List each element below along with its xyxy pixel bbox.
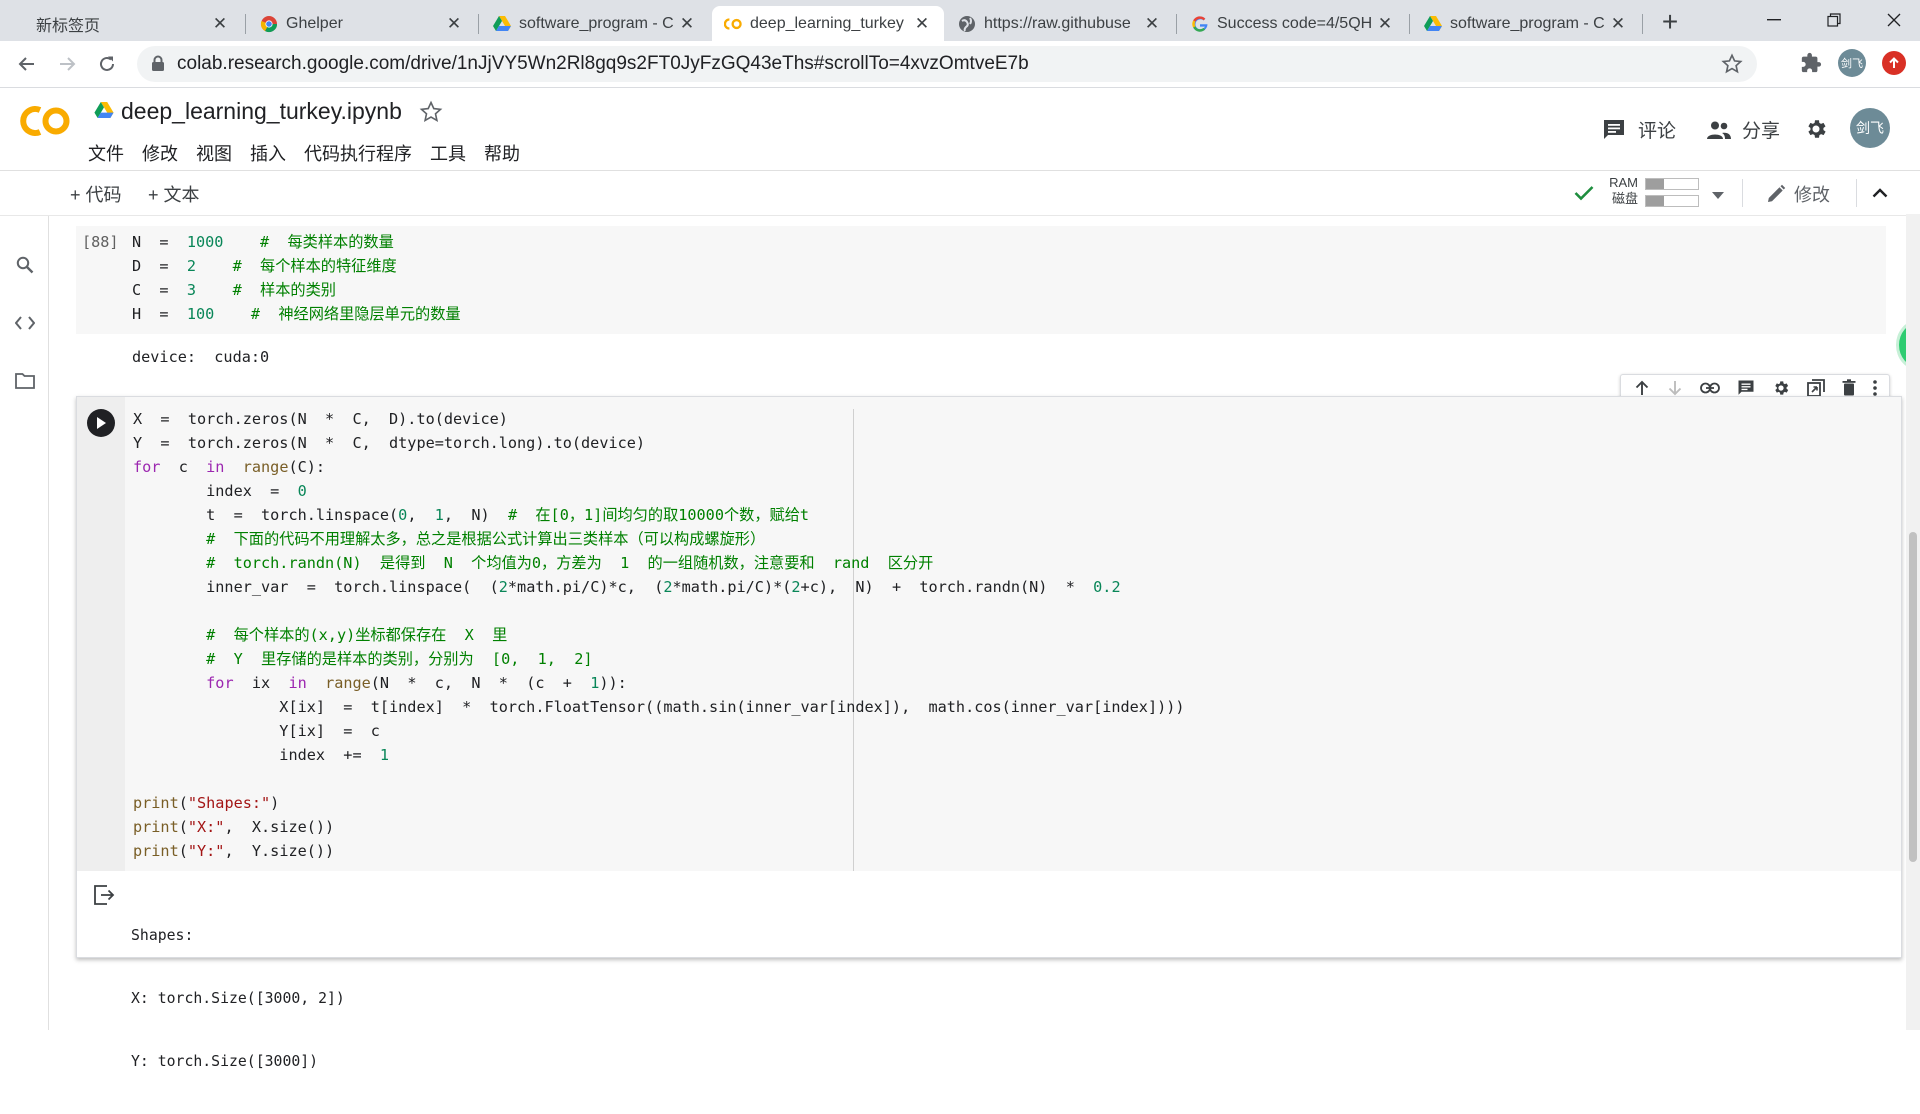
tab-ghelper[interactable]: Ghelper ✕	[248, 6, 476, 41]
browser-toolbar: colab.research.google.com/drive/1nJjVY5W…	[0, 41, 1920, 88]
code-editor-1[interactable]: N = 1000 # 每类样本的数量 D = 2 # 每个样本的特征维度 C =…	[132, 230, 461, 326]
close-window-button[interactable]	[1872, 4, 1916, 36]
close-icon[interactable]: ✕	[1142, 14, 1162, 34]
resource-dropdown-icon[interactable]	[1712, 187, 1724, 205]
colab-icon	[724, 15, 742, 33]
tab-strip: 新标签页 ✕ Ghelper ✕ software_program - C ✕ …	[0, 0, 1920, 41]
google-drive-icon	[1424, 15, 1442, 33]
code-text-2[interactable]: X = torch.zeros(N * C, D).to(device) Y =…	[133, 407, 1185, 863]
url-text: colab.research.google.com/drive/1nJjVY5W…	[177, 53, 1029, 74]
ram-usage-bar[interactable]	[1645, 178, 1699, 190]
comment-button[interactable]: 评论	[1602, 116, 1676, 143]
notebook-title[interactable]: deep_learning_turkey.ipynb	[121, 98, 402, 125]
left-sidebar	[0, 170, 49, 1030]
close-icon[interactable]: ✕	[1375, 14, 1395, 34]
add-text-button[interactable]: + 文本	[148, 181, 200, 207]
add-code-button[interactable]: + 代码	[70, 181, 122, 207]
comment-icon	[1604, 119, 1624, 139]
menu-tools[interactable]: 工具	[430, 140, 466, 166]
disk-label: 磁盘	[1611, 191, 1638, 206]
extensions-icon[interactable]	[1800, 52, 1822, 79]
menu-bar: 文件 修改 视图 插入 代码执行程序 工具 帮助	[88, 140, 538, 166]
globe-icon	[958, 15, 976, 33]
share-button[interactable]: 分享	[1706, 116, 1780, 143]
code-snippets-icon[interactable]	[14, 312, 36, 334]
back-button[interactable]	[12, 49, 42, 79]
edit-mode-button[interactable]: 修改	[1766, 181, 1830, 207]
address-bar[interactable]: colab.research.google.com/drive/1nJjVY5W…	[137, 46, 1757, 82]
google-g-icon	[1191, 15, 1209, 33]
output-clear-icon[interactable]	[93, 885, 115, 910]
lock-icon[interactable]	[151, 55, 165, 78]
chrome-icon	[260, 15, 278, 33]
forward-button[interactable]	[52, 49, 82, 79]
close-icon[interactable]: ✕	[444, 14, 464, 34]
close-icon[interactable]: ✕	[210, 14, 230, 34]
people-icon	[1707, 121, 1731, 139]
code-cell-1[interactable]: [88] N = 1000 # 每类样本的数量 D = 2 # 每个样本的特征维…	[76, 226, 1886, 334]
output-line: Shapes:	[131, 927, 194, 944]
star-icon[interactable]	[419, 100, 443, 129]
tab-deep-learning-turkey[interactable]: deep_learning_turkey ✕	[712, 6, 944, 41]
close-icon[interactable]: ✕	[677, 14, 697, 34]
scrollbar-thumb[interactable]	[1909, 532, 1917, 862]
reload-button[interactable]	[92, 49, 122, 79]
collapse-header-icon[interactable]	[1872, 185, 1888, 203]
run-cell-button[interactable]	[87, 409, 115, 437]
menu-file[interactable]: 文件	[88, 140, 124, 166]
output-line: X: torch.Size([3000, 2])	[131, 990, 345, 1007]
menu-edit[interactable]: 修改	[142, 140, 178, 166]
search-icon[interactable]	[14, 254, 36, 276]
update-icon[interactable]	[1882, 51, 1906, 75]
colab-header: deep_learning_turkey.ipynb 文件 修改 视图 插入 代…	[0, 88, 1920, 170]
tab-raw-githubusercontent[interactable]: https://raw.githubuse ✕	[946, 6, 1174, 41]
menu-runtime[interactable]: 代码执行程序	[304, 140, 412, 166]
notebook-toolbar: + 代码 + 文本 RAM 磁盘 修改	[0, 170, 1920, 216]
ram-label: RAM	[1609, 175, 1638, 190]
cell-2-output: Shapes: X: torch.Size([3000, 2]) Y: torc…	[131, 883, 345, 1114]
page-scrollbar[interactable]	[1906, 214, 1920, 1030]
colab-logo[interactable]	[18, 104, 72, 138]
pencil-icon	[1768, 184, 1786, 202]
menu-insert[interactable]: 插入	[250, 140, 286, 166]
close-icon[interactable]: ✕	[912, 14, 932, 34]
execution-count: [88]	[82, 233, 119, 251]
minimize-button[interactable]	[1752, 4, 1796, 36]
tab-new-tab[interactable]: 新标签页 ✕	[10, 6, 242, 41]
resource-labels: RAM 磁盘	[1600, 175, 1638, 207]
drive-icon	[94, 102, 114, 124]
disk-usage-bar[interactable]	[1645, 195, 1699, 207]
play-icon	[97, 417, 106, 429]
tab-software-program-2[interactable]: software_program - C ✕	[1412, 6, 1640, 41]
files-folder-icon[interactable]	[14, 370, 36, 392]
tab-software-program[interactable]: software_program - C ✕	[481, 6, 709, 41]
menu-help[interactable]: 帮助	[484, 140, 520, 166]
settings-gear-icon[interactable]	[1804, 117, 1828, 146]
cell-1-output: device: cuda:0	[132, 348, 270, 366]
code-cell-2[interactable]: X = torch.zeros(N * C, D).to(device) Y =…	[76, 396, 1902, 1070]
bookmark-star-icon[interactable]	[1721, 53, 1743, 81]
menu-view[interactable]: 视图	[196, 140, 232, 166]
profile-avatar[interactable]: 剑飞	[1838, 49, 1866, 77]
google-drive-icon	[493, 15, 511, 33]
tab-success-code[interactable]: Success code=4/5QH ✕	[1179, 6, 1407, 41]
connected-check-icon	[1574, 185, 1594, 206]
account-avatar[interactable]: 剑飞	[1850, 108, 1890, 148]
cell-gutter	[77, 397, 125, 871]
close-icon[interactable]: ✕	[1608, 14, 1628, 34]
output-line: Y: torch.Size([3000])	[131, 1053, 319, 1070]
new-tab-button[interactable]: +	[1652, 6, 1688, 38]
restore-button[interactable]	[1812, 4, 1856, 36]
